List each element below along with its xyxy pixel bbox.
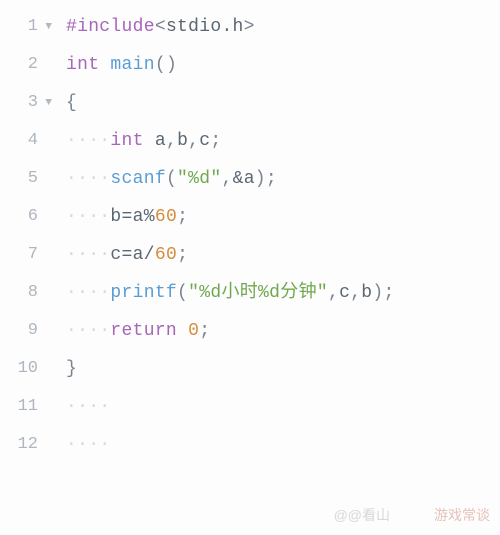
whitespace-indicator: ···· — [66, 283, 110, 303]
token-number: 60 — [155, 207, 177, 227]
token-keyword: return — [110, 321, 177, 341]
line-number: 7 — [0, 236, 48, 274]
line-number: 8 — [0, 274, 48, 312]
token-number: 60 — [155, 245, 177, 265]
line-number: 12 — [0, 426, 48, 464]
token-type: int — [66, 55, 99, 75]
whitespace-indicator: ···· — [66, 397, 110, 417]
token-plain — [177, 321, 188, 341]
token-ident: b — [177, 131, 188, 151]
code-line[interactable]: 7····c=a/60; — [0, 236, 500, 274]
token-punct: ); — [255, 169, 277, 189]
line-number: 3▼ — [0, 84, 48, 122]
line-number: 11 — [0, 388, 48, 426]
code-content[interactable]: ···· — [48, 388, 110, 426]
token-ident: a — [133, 245, 144, 265]
token-op: = — [122, 207, 133, 227]
token-punct: > — [244, 17, 255, 37]
code-line[interactable]: 2int main() — [0, 46, 500, 84]
token-ident: a — [133, 207, 144, 227]
code-content[interactable]: ····return 0; — [48, 312, 210, 350]
token-ident: a — [244, 169, 255, 189]
token-ident: c — [339, 283, 350, 303]
line-number: 2 — [0, 46, 48, 84]
code-line[interactable]: 6····b=a%60; — [0, 198, 500, 236]
code-line[interactable]: 9····return 0; — [0, 312, 500, 350]
token-ident: b — [361, 283, 372, 303]
code-content[interactable]: #include<stdio.h> — [48, 8, 255, 46]
token-op: % — [144, 207, 155, 227]
whitespace-indicator: ···· — [66, 207, 110, 227]
token-string: "%d" — [177, 169, 221, 189]
token-punct: ); — [372, 283, 394, 303]
code-content[interactable]: ····c=a/60; — [48, 236, 188, 274]
token-func: scanf — [110, 169, 166, 189]
token-func: main — [110, 55, 154, 75]
code-editor[interactable]: 1▼#include<stdio.h>2int main()3▼{4····in… — [0, 0, 500, 464]
token-ident: a — [155, 131, 166, 151]
token-punct: ( — [166, 169, 177, 189]
line-number: 9 — [0, 312, 48, 350]
line-number: 1▼ — [0, 8, 48, 46]
code-content[interactable]: ····scanf("%d",&a); — [48, 160, 277, 198]
token-type: int — [110, 131, 143, 151]
token-punct: < — [155, 17, 166, 37]
code-line[interactable]: 10} — [0, 350, 500, 388]
token-punct: , — [221, 169, 232, 189]
whitespace-indicator: ···· — [66, 245, 110, 265]
line-number: 10 — [0, 350, 48, 388]
token-punct: , — [328, 283, 339, 303]
token-punct: , — [166, 131, 177, 151]
watermark-secondary: @@看山 — [334, 505, 390, 525]
token-string: "%d小时%d分钟" — [188, 283, 328, 303]
whitespace-indicator: ···· — [66, 131, 110, 151]
code-content[interactable]: ···· — [48, 426, 110, 464]
code-content[interactable]: ····printf("%d小时%d分钟",c,b); — [48, 274, 395, 312]
line-number: 5 — [0, 160, 48, 198]
token-number: 0 — [188, 321, 199, 341]
token-plain — [144, 131, 155, 151]
whitespace-indicator: ···· — [66, 435, 110, 455]
code-content[interactable]: int main() — [48, 46, 177, 84]
token-punct: { — [66, 93, 77, 113]
token-op: & — [233, 169, 244, 189]
token-plain — [99, 55, 110, 75]
token-ident: stdio.h — [166, 17, 244, 37]
token-punct: ; — [177, 207, 188, 227]
token-op: = — [122, 245, 133, 265]
token-punct: ; — [199, 321, 210, 341]
code-line[interactable]: 4····int a,b,c; — [0, 122, 500, 160]
line-number: 4 — [0, 122, 48, 160]
token-ident: c — [199, 131, 210, 151]
token-punct: ( — [177, 283, 188, 303]
code-content[interactable]: ····int a,b,c; — [48, 122, 222, 160]
token-ident: c — [110, 245, 121, 265]
token-preprocessor: #include — [66, 17, 155, 37]
whitespace-indicator: ···· — [66, 169, 110, 189]
token-punct: ; — [177, 245, 188, 265]
token-func: printf — [110, 283, 177, 303]
code-line[interactable]: 5····scanf("%d",&a); — [0, 160, 500, 198]
code-line[interactable]: 3▼ { — [0, 84, 500, 122]
fold-chevron-icon[interactable]: ▼ — [45, 8, 52, 46]
token-punct: ; — [210, 131, 221, 151]
token-punct: , — [350, 283, 361, 303]
code-line[interactable]: 12 ···· — [0, 426, 500, 464]
fold-chevron-icon[interactable]: ▼ — [45, 84, 52, 122]
token-punct: } — [66, 359, 77, 379]
line-number: 6 — [0, 198, 48, 236]
watermark-primary: 游戏常谈 — [434, 505, 490, 525]
token-punct: () — [155, 55, 177, 75]
code-content[interactable]: } — [48, 350, 77, 388]
whitespace-indicator: ···· — [66, 321, 110, 341]
code-line[interactable]: 11 ···· — [0, 388, 500, 426]
code-line[interactable]: 8····printf("%d小时%d分钟",c,b); — [0, 274, 500, 312]
token-punct: , — [188, 131, 199, 151]
token-ident: b — [110, 207, 121, 227]
code-line[interactable]: 1▼#include<stdio.h> — [0, 8, 500, 46]
token-op: / — [144, 245, 155, 265]
code-content[interactable]: ····b=a%60; — [48, 198, 188, 236]
